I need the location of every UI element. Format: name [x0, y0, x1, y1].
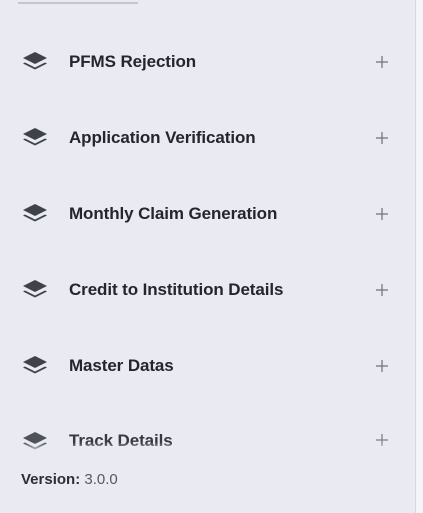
menu-item-monthly-claim-generation[interactable]: Monthly Claim Generation	[0, 194, 415, 234]
layers-icon	[23, 52, 47, 70]
menu-item-pfms-rejection[interactable]: PFMS Rejection	[0, 42, 415, 82]
version-value: 3.0.0	[84, 471, 118, 488]
menu-item-label: Master Datas	[69, 356, 174, 375]
sidebar-menu: PFMS Rejection Application Verification	[0, 0, 415, 513]
plus-icon[interactable]	[375, 207, 389, 221]
menu-item-label: Credit to Institution Details	[69, 280, 284, 299]
menu-item-application-verification[interactable]: Application Verification	[0, 118, 415, 158]
menu-item-credit-to-institution-details[interactable]: Credit to Institution Details	[0, 270, 415, 310]
version-info: Version: 3.0.0	[21, 471, 118, 488]
plus-icon[interactable]	[375, 131, 389, 145]
menu-list: PFMS Rejection Application Verification	[0, 0, 415, 452]
version-label: Version:	[21, 471, 81, 488]
layers-icon	[23, 356, 47, 374]
plus-icon[interactable]	[375, 55, 389, 69]
plus-icon[interactable]	[375, 359, 389, 373]
menu-footer-fade	[0, 442, 415, 454]
menu-item-label: PFMS Rejection	[69, 52, 197, 71]
menu-item-label: Monthly Claim Generation	[69, 204, 278, 223]
layers-icon	[23, 128, 47, 146]
menu-item-master-datas[interactable]: Master Datas	[0, 346, 415, 386]
menu-item-label: Application Verification	[69, 128, 256, 147]
scrollbar[interactable]	[415, 0, 423, 513]
layers-icon	[23, 280, 47, 298]
plus-icon[interactable]	[375, 283, 389, 297]
layers-icon	[23, 204, 47, 222]
partial-menu-item-top	[18, 0, 138, 4]
